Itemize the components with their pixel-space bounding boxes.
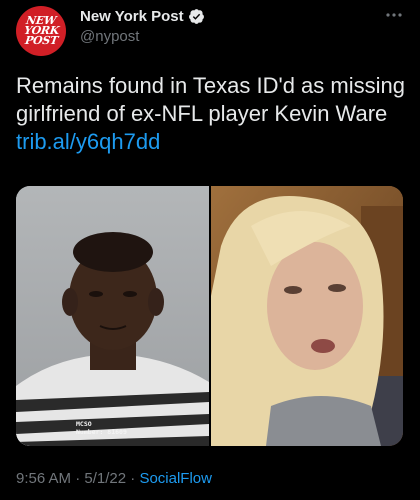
display-name[interactable]: New York Post (80, 8, 184, 25)
tweet-source[interactable]: SocialFlow (139, 470, 212, 487)
handle[interactable]: @nypost (80, 28, 205, 45)
display-name-row: New York Post (80, 8, 205, 25)
tweet-date[interactable]: 5/1/22 (84, 470, 126, 487)
tweet-body: Remains found in Texas ID'd as missing g… (16, 73, 405, 126)
woman-photo[interactable] (211, 186, 403, 446)
avatar-line-3: POST (23, 34, 59, 47)
verified-badge-icon (188, 9, 204, 24)
tweet-time[interactable]: 9:56 AM (16, 470, 71, 487)
mugshot-caption: MCSO Number: 81609 (76, 420, 127, 436)
media-grid[interactable]: MCSO Number: 81609 (16, 186, 403, 446)
more-horizontal-icon[interactable] (384, 8, 404, 22)
mugshot-caption-line-1: MCSO (76, 420, 92, 428)
author-block: New York Post @nypost (80, 8, 205, 45)
separator-2: · (126, 470, 140, 487)
tweet-text: Remains found in Texas ID'd as missing g… (16, 72, 406, 156)
tweet-timestamp: 9:56 AM · 5/1/22 · SocialFlow (16, 470, 212, 487)
mugshot-photo[interactable]: MCSO Number: 81609 (16, 186, 209, 446)
tweet-link[interactable]: trib.al/y6qh7dd (16, 129, 160, 154)
separator-1: · (71, 470, 85, 487)
woman-image (211, 186, 403, 446)
mugshot-caption-line-2: Number: 81609 (76, 428, 127, 436)
avatar[interactable]: NEW YORK POST (16, 6, 66, 56)
mugshot-image (16, 186, 209, 446)
tweet-header: NEW YORK POST New York Post @nypost (16, 6, 408, 58)
